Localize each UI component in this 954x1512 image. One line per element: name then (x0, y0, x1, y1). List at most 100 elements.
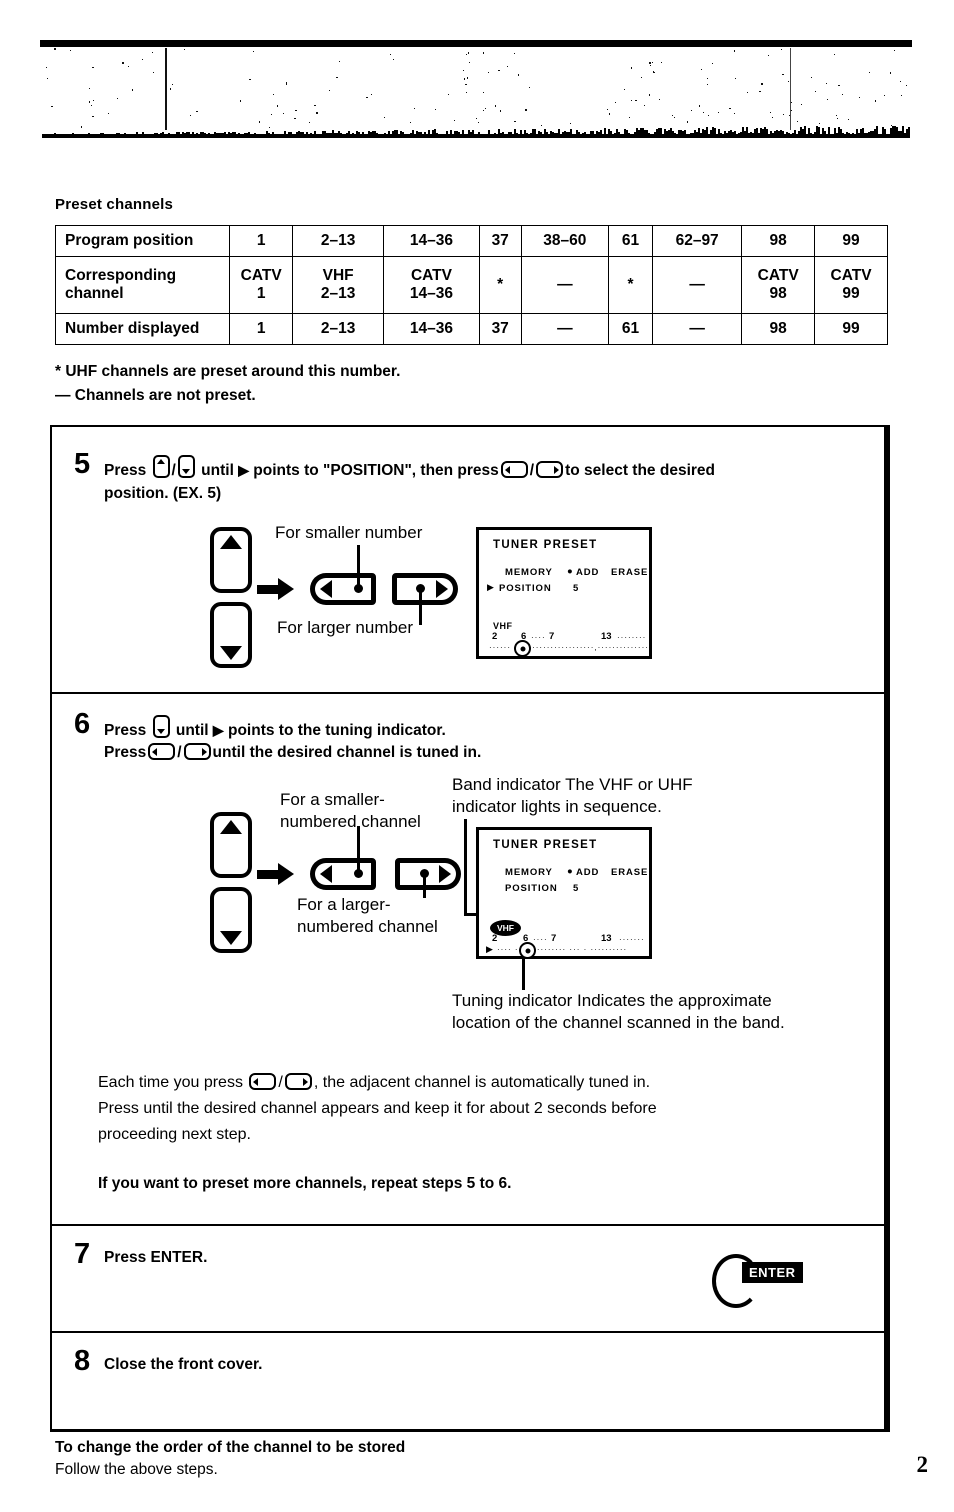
remote-left-key (310, 573, 376, 605)
remote-up-key (210, 812, 252, 878)
row-label-corresponding-channel: Corresponding channel (54, 256, 231, 314)
step-6-text-5: until the desired channel is tuned in. (212, 744, 482, 761)
step-5-instruction: Press / until ▶ points to "POSITION", th… (104, 455, 879, 505)
step-6-text-3: points to the tuning indicator. (227, 722, 446, 739)
cell-line1: CATV (410, 267, 452, 285)
osd-erase-label: ERASE (611, 567, 649, 578)
leader-line-larger (419, 587, 422, 625)
cell-line1: CATV (830, 267, 872, 285)
left-button-icon (148, 743, 176, 760)
cell: 98 (741, 313, 816, 345)
paragraph-line3: proceeding next step. (98, 1125, 251, 1143)
cell: 99 (814, 313, 888, 345)
step-5-text-3: points to "POSITION", then press (253, 462, 499, 479)
flow-arrow-icon (278, 578, 294, 600)
row-label-number-displayed: Number displayed (54, 313, 231, 345)
caption-smaller-line2: numbered channel (280, 812, 421, 832)
table-row: Corresponding channel CATV 1 VHF 2–13 CA… (54, 256, 888, 314)
down-button-icon (177, 455, 195, 478)
caption-smaller-line1: For a smaller- (280, 790, 385, 809)
osd-screen-step5: TUNER PRESET MEMORY ● ADD ERASE ▶ POSITI… (476, 527, 652, 659)
paragraph-line1: Each time you press /, the adjacent chan… (98, 1073, 651, 1091)
cell: CATV 1 (229, 256, 293, 314)
remote-up-key (210, 527, 252, 593)
osd-scale-2: 2 (492, 933, 498, 944)
row-label-program-position: Program position (54, 225, 231, 257)
cell: 37 (478, 225, 522, 257)
step-6-text-4: Press (104, 744, 147, 761)
cell: * (478, 256, 522, 314)
osd-add-label: ADD (576, 867, 600, 878)
cell: — (520, 256, 609, 314)
caption-for-smaller-number: For smaller number (275, 523, 423, 542)
caption-larger-line1: For a larger- (297, 895, 391, 914)
cell: 38–60 (520, 225, 609, 257)
step-6-paragraph: Each time you press /, the adjacent chan… (98, 1070, 858, 1148)
scan-artifact-vertical-line-right (790, 48, 791, 130)
cell: CATV 14–36 (383, 256, 480, 314)
up-button-icon (152, 455, 170, 478)
scan-artifact-speckle-region (42, 48, 910, 130)
scan-artifact-vertical-line-left (165, 48, 167, 130)
step-7-instruction: Press ENTER. (104, 1249, 208, 1266)
step-5-instruction-line2: position. (EX. 5) (104, 485, 222, 502)
pointer-arrow-icon: ▶ (212, 722, 224, 738)
footer-line1: To change the order of the channel to be… (55, 1439, 406, 1456)
cell-line2: 14–36 (409, 285, 454, 302)
caption-band-indicator: Band indicator The VHF or UHF indicator … (452, 774, 693, 818)
cell: CATV 98 (741, 256, 816, 314)
osd-add-label: ADD (576, 567, 600, 578)
cell: 1 (229, 225, 293, 257)
left-button-icon (249, 1073, 277, 1090)
paragraph-line1-tail: , the adjacent channel is automatically … (313, 1074, 651, 1091)
cell: CATV 99 (814, 256, 888, 314)
osd-scale-7: 7 (549, 631, 555, 642)
osd-position-label: POSITION (505, 883, 558, 894)
osd-scale-dots-b: ········ (617, 634, 647, 642)
cell: — (652, 313, 743, 345)
caption-for-larger-number: For larger number (277, 618, 414, 637)
remote-left-key (310, 858, 376, 890)
step-7-number: 7 (74, 1238, 91, 1270)
osd-scale-13: 13 (601, 933, 612, 944)
cell: 14–36 (383, 313, 480, 345)
osd-tuning-marker (514, 640, 531, 657)
cell: 1 (229, 313, 293, 345)
step-6-number: 6 (74, 708, 91, 740)
footnote-dash: — Channels are not preset. (55, 387, 256, 405)
osd-position-value: 5 (573, 583, 580, 594)
page-title: Preset channels (55, 196, 174, 213)
cell: VHF 2–13 (291, 256, 385, 314)
flow-arrow-icon (278, 863, 294, 885)
cell: 2–13 (291, 313, 385, 345)
osd-title: TUNER PRESET (493, 839, 598, 851)
caption-for-larger-channel: For a larger- numbered channel (297, 894, 438, 938)
step-5-number: 5 (74, 448, 91, 480)
preset-channels-table: Program position 1 2–13 14–36 37 38–60 6… (54, 225, 888, 345)
paragraph-line2: Press until the desired channel appears … (98, 1099, 657, 1117)
cell: 14–36 (383, 225, 480, 257)
osd-band-track: ······ ···· ·················,··········… (489, 644, 649, 652)
osd-memory-label: MEMORY (505, 567, 553, 578)
step-6-text-1: Press (104, 722, 147, 739)
osd-band-label: VHF (493, 621, 513, 631)
flow-arrow-stem (257, 870, 279, 879)
right-button-icon (536, 461, 564, 478)
footnote-asterisk: * UHF channels are preset around this nu… (55, 363, 401, 380)
step-5: 5 Press / until ▶ points to "POSITION", … (52, 427, 884, 694)
left-button-icon (500, 461, 528, 478)
osd-position-label: POSITION (499, 583, 552, 594)
cell-line2: 1 (256, 285, 266, 302)
down-button-icon (152, 715, 170, 738)
cell-line1: CATV (757, 267, 799, 285)
osd-scale-dots-a: ···· (533, 936, 548, 944)
cell-line2: 98 (769, 285, 787, 302)
row-label-line1: Corresponding (65, 267, 177, 285)
right-button-icon (183, 743, 211, 760)
cell: 2–13 (291, 225, 385, 257)
steps-container: 5 Press / until ▶ points to "POSITION", … (50, 425, 890, 1432)
osd-scale-13: 13 (601, 631, 612, 642)
caption-band-line2: indicator lights in sequence. (452, 797, 662, 817)
remote-down-key (210, 887, 252, 953)
step-5-text-1: Press (104, 462, 147, 479)
